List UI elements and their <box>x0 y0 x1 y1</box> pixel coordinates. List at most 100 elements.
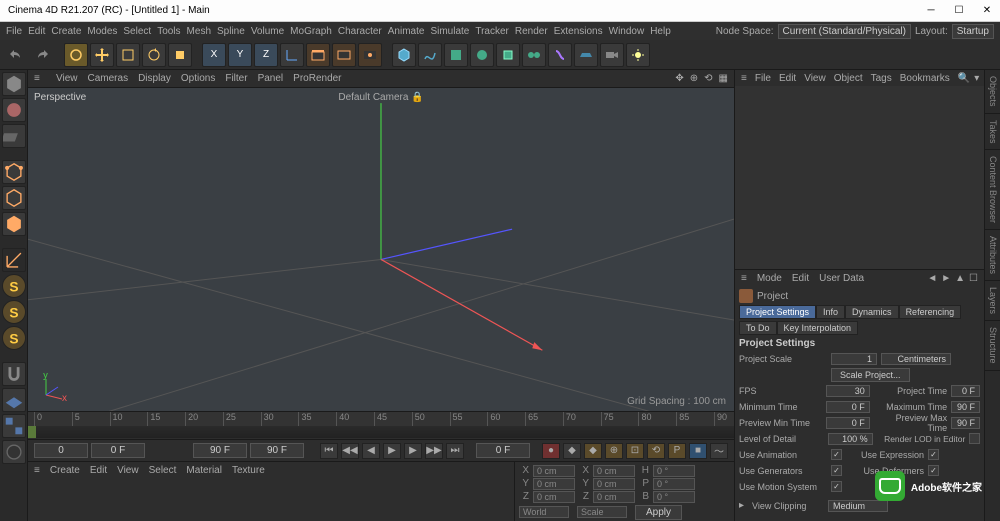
rot-p-field[interactable]: 0 ° <box>653 478 695 490</box>
material-list[interactable] <box>28 478 514 521</box>
lasttool-button[interactable] <box>168 43 192 67</box>
lod-field[interactable]: 100 % <box>828 433 873 445</box>
preview-max-field[interactable]: 90 F <box>951 417 980 429</box>
use-motion-checkbox[interactable] <box>831 481 842 492</box>
render-pv-button[interactable] <box>332 43 356 67</box>
attr-newwin-icon[interactable]: ☐ <box>969 273 978 284</box>
coord-scale-dropdown[interactable]: Scale <box>577 506 627 518</box>
size-y-field[interactable]: 0 cm <box>593 478 635 490</box>
attr-menu-userdata[interactable]: User Data <box>819 273 864 284</box>
tab-referencing[interactable]: Referencing <box>899 305 962 319</box>
range-start-field[interactable]: 0 <box>34 443 88 458</box>
texture-mode-icon[interactable] <box>2 98 26 122</box>
tab-structure[interactable]: Structure <box>985 321 1000 371</box>
menu-window[interactable]: Window <box>609 26 645 37</box>
om-menu-object[interactable]: Object <box>834 73 863 84</box>
fps-field[interactable]: 30 <box>826 385 870 397</box>
project-scale-field[interactable]: 1 <box>831 353 877 365</box>
axis-gizmo-icon[interactable]: y x <box>38 373 68 403</box>
tab-todo[interactable]: To Do <box>739 321 777 335</box>
project-time-field[interactable]: 0 F <box>951 385 980 397</box>
timeline[interactable]: 051015202530354045505560657075808590 <box>28 411 734 439</box>
tab-attributes[interactable]: Attributes <box>985 230 1000 281</box>
om-menu-view[interactable]: View <box>804 73 826 84</box>
next-frame-button[interactable]: ▶ <box>404 443 422 459</box>
goto-start-button[interactable]: ⏮ <box>320 443 338 459</box>
om-menu-icon[interactable]: ≡ <box>741 73 747 84</box>
menu-animate[interactable]: Animate <box>388 26 425 37</box>
attr-menu-icon[interactable]: ≡ <box>741 273 747 284</box>
frame-start-field[interactable]: 0 F <box>91 443 145 458</box>
om-menu-edit[interactable]: Edit <box>779 73 796 84</box>
range-end-field[interactable]: 90 F <box>250 443 304 458</box>
close-button[interactable]: ✕ <box>982 6 992 16</box>
poly-mode-icon[interactable] <box>2 212 26 236</box>
tab-layers[interactable]: Layers <box>985 281 1000 321</box>
mat-menu-view[interactable]: View <box>117 465 139 476</box>
mat-menu-create[interactable]: Create <box>50 465 80 476</box>
axis-y-button[interactable]: Y <box>228 43 252 67</box>
select-solo-icon[interactable]: S <box>2 326 26 350</box>
mat-menu-edit[interactable]: Edit <box>90 465 107 476</box>
menu-character[interactable]: Character <box>338 26 382 37</box>
edge-mode-icon[interactable] <box>2 186 26 210</box>
attr-up-icon[interactable]: ▲ <box>955 273 965 284</box>
workplane-icon[interactable] <box>2 388 26 412</box>
expand-arrow-icon[interactable]: ▸ <box>739 500 744 511</box>
select-tool[interactable] <box>64 43 88 67</box>
menu-tools[interactable]: Tools <box>157 26 180 37</box>
timeline-ruler[interactable]: 051015202530354045505560657075808590 <box>28 412 734 426</box>
attr-fwd-icon[interactable]: ► <box>941 273 951 284</box>
menu-extensions[interactable]: Extensions <box>554 26 603 37</box>
use-generators-checkbox[interactable] <box>831 465 842 476</box>
spline-icon[interactable] <box>418 43 442 67</box>
tab-project-settings[interactable]: Project Settings <box>739 305 816 319</box>
axis-z-button[interactable]: Z <box>254 43 278 67</box>
menu-volume[interactable]: Volume <box>251 26 284 37</box>
om-menu-file[interactable]: File <box>755 73 771 84</box>
fcurve-icon[interactable]: 〜 <box>710 443 728 459</box>
vp-menu-view[interactable]: View <box>56 73 78 84</box>
timeline-track[interactable] <box>28 426 734 438</box>
coord-system-button[interactable] <box>280 43 304 67</box>
pos-z-field[interactable]: 0 cm <box>533 491 575 503</box>
render-view-button[interactable] <box>306 43 330 67</box>
vp-menu-cameras[interactable]: Cameras <box>88 73 129 84</box>
rotate-tool[interactable] <box>142 43 166 67</box>
vp-nav-zoom-icon[interactable]: ⊕ <box>690 73 698 84</box>
menu-create[interactable]: Create <box>51 26 81 37</box>
snap-icon[interactable] <box>2 362 26 386</box>
volume-icon[interactable] <box>496 43 520 67</box>
prev-key-button[interactable]: ◀◀ <box>341 443 359 459</box>
use-deformers-checkbox[interactable] <box>928 465 939 476</box>
pos-x-field[interactable]: 0 cm <box>533 465 575 477</box>
play-button[interactable]: ▶ <box>383 443 401 459</box>
view-clipping-dropdown[interactable]: Medium <box>828 500 888 512</box>
environment-icon[interactable] <box>574 43 598 67</box>
viewport-solo-icon[interactable]: S <box>2 274 26 298</box>
mat-menu-select[interactable]: Select <box>149 465 177 476</box>
scale-tool[interactable] <box>116 43 140 67</box>
nodespace-dropdown[interactable]: Current (Standard/Physical) <box>778 24 911 39</box>
tab-takes[interactable]: Takes <box>985 114 1000 151</box>
vp-nav-move-icon[interactable]: ✥ <box>675 73 683 84</box>
menu-render[interactable]: Render <box>515 26 548 37</box>
size-x-field[interactable]: 0 cm <box>593 465 635 477</box>
vp-menu-display[interactable]: Display <box>138 73 171 84</box>
menu-help[interactable]: Help <box>650 26 671 37</box>
timeline-cursor[interactable] <box>28 426 36 438</box>
attr-back-icon[interactable]: ◄ <box>927 273 937 284</box>
redo-button[interactable] <box>30 43 54 67</box>
locked-workplane-icon[interactable] <box>2 440 26 464</box>
tab-dynamics[interactable]: Dynamics <box>845 305 899 319</box>
deformer-icon[interactable] <box>548 43 572 67</box>
mat-menu-material[interactable]: Material <box>186 465 222 476</box>
goto-end-button[interactable]: ⏭ <box>446 443 464 459</box>
menu-file[interactable]: File <box>6 26 22 37</box>
use-expression-checkbox[interactable] <box>928 449 939 460</box>
menu-mograph[interactable]: MoGraph <box>290 26 332 37</box>
menu-tracker[interactable]: Tracker <box>475 26 509 37</box>
size-z-field[interactable]: 0 cm <box>593 491 635 503</box>
minimize-button[interactable]: ─ <box>926 6 936 16</box>
tab-key-interp[interactable]: Key Interpolation <box>777 321 859 335</box>
